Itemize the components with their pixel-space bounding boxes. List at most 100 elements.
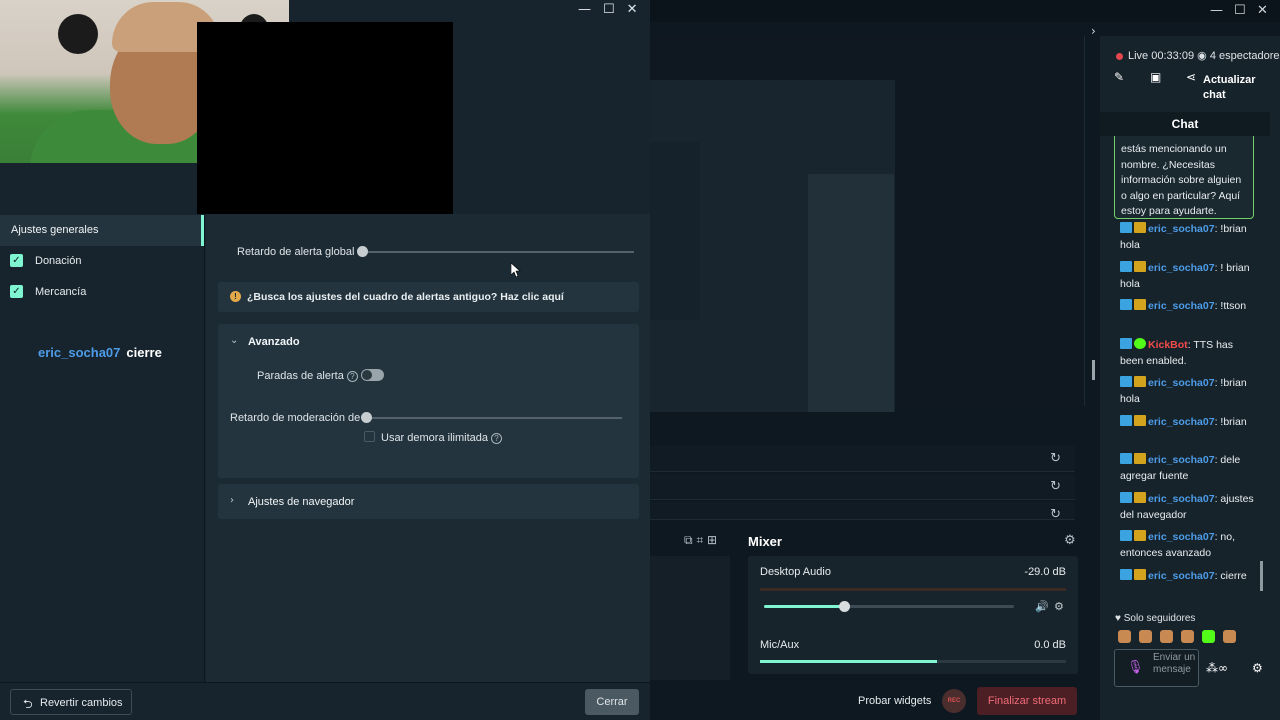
- chat-input[interactable]: 🎙 Enviar un mensaje: [1114, 649, 1199, 687]
- kick-badge-icon: [1120, 376, 1132, 387]
- moderation-delay-slider-thumb[interactable]: [361, 412, 372, 423]
- bg-maximize-button[interactable]: ☐: [1234, 3, 1246, 18]
- chat-scrollbar[interactable]: [1260, 561, 1263, 591]
- emote-picker-icon[interactable]: ⁂∞: [1206, 661, 1228, 675]
- chevron-right-icon[interactable]: ›: [1091, 24, 1096, 38]
- maximize-button[interactable]: ☐: [603, 2, 615, 17]
- toggle-knob: [362, 370, 372, 380]
- crown-badge-icon: [1134, 376, 1146, 387]
- mixer-channel-name: Desktop Audio: [760, 566, 831, 578]
- kick-badge-icon: [1120, 492, 1132, 503]
- kick-badge-icon: [1120, 261, 1132, 272]
- crown-badge-icon: [1134, 530, 1146, 541]
- share-icon[interactable]: ⋖: [1186, 70, 1196, 84]
- emote[interactable]: [1181, 630, 1194, 643]
- source-row[interactable]: ↻: [650, 502, 1075, 522]
- browser-settings-section[interactable]: › Ajustes de navegador: [218, 484, 639, 519]
- sources-list: ↻ ↻ ↻: [650, 412, 1085, 524]
- help-icon[interactable]: ?: [490, 433, 502, 444]
- chat-username[interactable]: eric_socha07: [1148, 300, 1215, 312]
- unlimited-delay-option[interactable]: Usar demora ilimitada?: [364, 431, 502, 444]
- gear-icon[interactable]: ⚙: [1054, 600, 1064, 613]
- help-icon[interactable]: ?: [346, 371, 358, 382]
- sidebar-item-general[interactable]: Ajustes generales: [0, 215, 204, 246]
- crown-badge-icon: [1134, 299, 1146, 310]
- unlimited-delay-checkbox[interactable]: [364, 431, 375, 442]
- emote[interactable]: [1118, 630, 1131, 643]
- kick-badge-icon: [1120, 338, 1132, 349]
- mixer-source-icons[interactable]: ⧉ ⌗ ⊞: [684, 533, 717, 548]
- gear-icon[interactable]: ⚙: [1252, 661, 1263, 675]
- mouse-cursor-icon: [511, 263, 521, 277]
- rec-button[interactable]: REC: [942, 689, 966, 713]
- emote-row: [1118, 630, 1238, 648]
- update-chat-button[interactable]: Actualizar chat: [1203, 73, 1263, 103]
- popout-icon[interactable]: ▣: [1150, 70, 1161, 84]
- chat-message: eric_socha07: cierre: [1120, 569, 1256, 585]
- legacy-settings-notice[interactable]: ! ¿Busca los ajustes del cuadro de alert…: [218, 282, 639, 312]
- close-button[interactable]: ✕: [627, 2, 638, 17]
- chat-text: !brian: [1220, 416, 1247, 428]
- microphone-icon[interactable]: 🎙: [1127, 660, 1144, 675]
- pencil-icon[interactable]: ✎: [1114, 70, 1124, 84]
- advanced-section-title[interactable]: Avanzado: [248, 336, 300, 348]
- gear-icon[interactable]: ⚙: [1064, 533, 1076, 548]
- checkbox-checked[interactable]: ✓: [10, 254, 23, 267]
- mixer-title: Mixer: [748, 534, 782, 549]
- refresh-icon[interactable]: ↻: [1050, 479, 1061, 494]
- minimize-button[interactable]: —: [578, 2, 591, 17]
- checkbox-checked[interactable]: ✓: [10, 285, 23, 298]
- speaker-icon[interactable]: 🔊: [1035, 600, 1049, 613]
- chevron-down-icon[interactable]: ⌄: [230, 335, 238, 346]
- emote[interactable]: [1223, 630, 1236, 643]
- refresh-icon[interactable]: ↻: [1050, 451, 1061, 466]
- chat-username[interactable]: eric_socha07: [1148, 223, 1215, 235]
- alert-pauses-toggle[interactable]: [361, 369, 384, 381]
- volume-slider-thumb[interactable]: [839, 601, 850, 612]
- moderation-delay-slider[interactable]: [362, 417, 622, 419]
- sidebar-item-merch[interactable]: ✓ Mercancía: [10, 283, 200, 303]
- chat-username[interactable]: eric_socha07: [1148, 570, 1215, 582]
- chat-text: cierre: [1220, 570, 1247, 582]
- revert-changes-label: Revertir cambios: [40, 697, 123, 709]
- eye-icon: ◉: [1197, 49, 1207, 62]
- audio-meter: [760, 588, 1066, 591]
- chat-username[interactable]: eric_socha07: [1148, 377, 1215, 389]
- kick-badge-icon: [1120, 569, 1132, 580]
- revert-changes-button[interactable]: ⮌ Revertir cambios: [10, 689, 132, 715]
- source-row[interactable]: ↻: [650, 474, 1075, 500]
- kick-badge-icon: [1120, 530, 1132, 541]
- chevron-right-icon[interactable]: ›: [230, 495, 234, 506]
- sidebar-item-donation[interactable]: ✓ Donación: [10, 252, 200, 272]
- refresh-icon[interactable]: ↻: [1050, 507, 1061, 522]
- chat-username[interactable]: eric_socha07: [1148, 416, 1215, 428]
- test-widgets-button[interactable]: Probar widgets: [858, 695, 931, 707]
- preview-scrollbar[interactable]: [1092, 360, 1095, 380]
- volume-slider[interactable]: [764, 601, 1014, 612]
- stream-preview: [650, 36, 1085, 460]
- mixer-channel-db: 0.0 dB: [1034, 639, 1066, 651]
- browser-settings-title[interactable]: Ajustes de navegador: [248, 496, 354, 508]
- notice-text[interactable]: ¿Busca los ajustes del cuadro de alertas…: [247, 291, 564, 303]
- revert-icon: ⮌: [23, 697, 33, 711]
- source-row[interactable]: ↻: [650, 446, 1075, 472]
- global-delay-slider-thumb[interactable]: [357, 246, 368, 257]
- chat-username[interactable]: eric_socha07: [1148, 262, 1215, 274]
- end-stream-button[interactable]: Finalizar stream: [977, 687, 1077, 715]
- moderation-delay-label: Retardo de moderación de a: [230, 412, 368, 424]
- chat-username[interactable]: eric_socha07: [1148, 531, 1215, 543]
- bg-close-button[interactable]: ✕: [1257, 3, 1268, 18]
- bg-minimize-button[interactable]: —: [1210, 3, 1223, 18]
- chat-username[interactable]: eric_socha07: [1148, 493, 1215, 505]
- emote[interactable]: [1160, 630, 1173, 643]
- mixer-channel-db: -29.0 dB: [1024, 566, 1066, 578]
- advanced-section: ⌄ Avanzado Paradas de alerta? Retardo de…: [218, 324, 639, 478]
- close-dialog-button[interactable]: Cerrar: [585, 689, 639, 715]
- alert-pauses-text: Paradas de alerta: [257, 370, 344, 382]
- global-delay-slider[interactable]: [363, 251, 634, 253]
- dialog-window-controls: — ☐ ✕: [578, 2, 650, 17]
- emote[interactable]: [1139, 630, 1152, 643]
- chat-username[interactable]: KickBot: [1148, 339, 1188, 351]
- chat-username[interactable]: eric_socha07: [1148, 454, 1215, 466]
- emote[interactable]: [1202, 630, 1215, 643]
